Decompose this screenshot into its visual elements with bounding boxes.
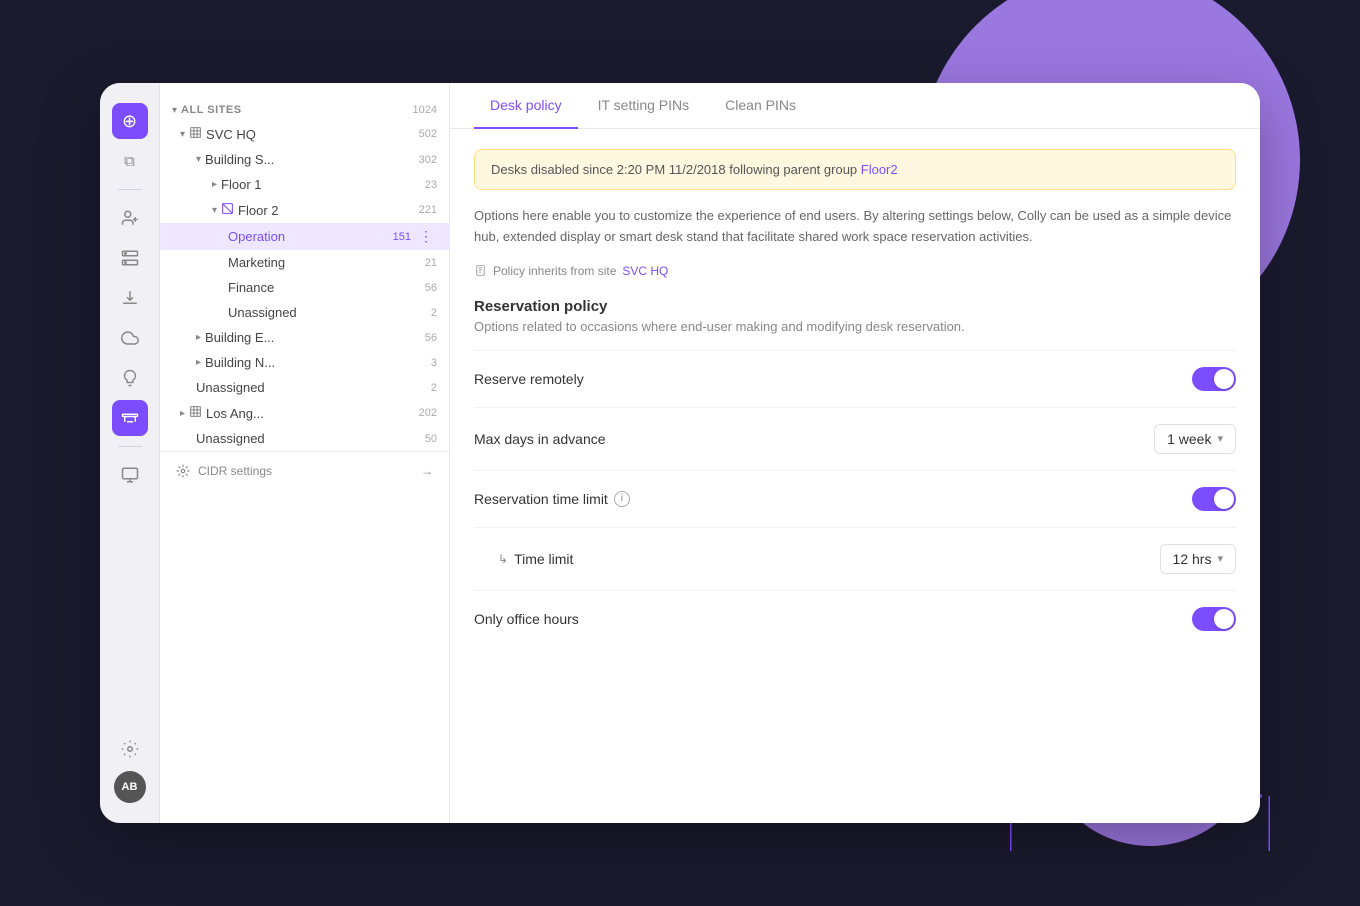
main-content: Desk policy IT setting PINs Clean PINs D…	[450, 83, 1260, 823]
tab-clean-pins[interactable]: Clean PINs	[709, 83, 812, 129]
sidebar-item-unassigned-svchq[interactable]: Unassigned 2	[160, 375, 449, 400]
cidr-settings-footer[interactable]: CIDR settings →	[160, 451, 449, 490]
chevron-down-icon: ▾	[212, 205, 217, 216]
chevron-right-icon: ▸	[196, 357, 201, 368]
sidebar-item-marketing[interactable]: Marketing 21	[160, 250, 449, 275]
nav-divider-2	[118, 446, 142, 447]
download-icon[interactable]	[112, 280, 148, 316]
sidebar-item-floor1[interactable]: ▸ Floor 1 23	[160, 172, 449, 197]
arrow-right-icon: →	[421, 464, 433, 478]
more-options-button[interactable]: ⋮	[415, 228, 437, 245]
reservation-policy-desc: Options related to occasions where end-u…	[474, 319, 1236, 334]
chevron-down-icon: ▾	[196, 154, 201, 165]
policy-row-office-hours: Only office hours	[474, 590, 1236, 647]
sidebar-item-los-angeles[interactable]: ▸ Los Ang... 202	[160, 400, 449, 426]
chevron-down-icon: ▾	[172, 105, 177, 116]
icon-nav: ⊕ ⧉ AB	[100, 83, 160, 823]
building-icon	[189, 126, 202, 142]
policy-row-time-limit-value: ↳ Time limit 12 hrs ▾	[474, 527, 1236, 590]
desk-icon[interactable]	[112, 400, 148, 436]
reserve-remotely-toggle[interactable]	[1192, 367, 1236, 391]
time-limit-dropdown[interactable]: 12 hrs ▾	[1160, 544, 1236, 574]
tab-desk-policy[interactable]: Desk policy	[474, 83, 578, 129]
sidebar-item-floor2[interactable]: ▾ Floor 2 221	[160, 197, 449, 223]
sub-arrow-icon: ↳	[498, 552, 508, 566]
content-body: Desks disabled since 2:20 PM 11/2/2018 f…	[450, 129, 1260, 823]
building-icon	[189, 405, 202, 421]
chevron-down-icon: ▾	[1217, 432, 1223, 445]
policy-row-time-limit: Reservation time limit i	[474, 470, 1236, 527]
policy-row-reserve-remotely: Reserve remotely	[474, 350, 1236, 407]
policy-inherit: Policy inherits from site SVC HQ	[474, 264, 1236, 278]
sidebar-item-operation[interactable]: Operation 151 ⋮	[160, 223, 449, 250]
chevron-down-icon: ▾	[180, 129, 185, 140]
policy-row-max-days: Max days in advance 1 week ▾	[474, 407, 1236, 470]
office-hours-toggle[interactable]	[1192, 607, 1236, 631]
reservation-policy-title: Reservation policy	[474, 298, 1236, 315]
people-icon[interactable]	[112, 200, 148, 236]
sidebar-item-building-e[interactable]: ▸ Building E... 56	[160, 325, 449, 350]
sidebar-item-unassigned-floor2[interactable]: Unassigned 2	[160, 300, 449, 325]
tabs-bar: Desk policy IT setting PINs Clean PINs	[450, 83, 1260, 129]
info-icon[interactable]: i	[614, 491, 630, 507]
user-avatar[interactable]: AB	[114, 771, 146, 803]
alert-banner: Desks disabled since 2:20 PM 11/2/2018 f…	[474, 149, 1236, 190]
tab-it-setting-pins[interactable]: IT setting PINs	[582, 83, 706, 129]
settings-icon[interactable]	[112, 731, 148, 767]
chevron-down-icon: ▾	[1217, 552, 1223, 565]
sidebar-item-building-n[interactable]: ▸ Building N... 3	[160, 350, 449, 375]
layers-icon[interactable]: ⧉	[112, 143, 148, 179]
inherit-icon	[474, 264, 487, 277]
sidebar-item-all-sites[interactable]: ▾ ALL SITES 1024	[160, 99, 449, 121]
nav-divider-1	[118, 189, 142, 190]
max-days-dropdown[interactable]: 1 week ▾	[1154, 424, 1236, 454]
description-text: Options here enable you to customize the…	[474, 206, 1236, 248]
chevron-right-icon: ▸	[212, 179, 217, 190]
sidebar-item-building-s[interactable]: ▾ Building S... 302	[160, 147, 449, 172]
sidebar-item-unassigned-la[interactable]: Unassigned 50	[160, 426, 449, 451]
chevron-right-icon: ▸	[196, 332, 201, 343]
floor-disabled-icon	[221, 202, 234, 218]
cloud-icon[interactable]	[112, 320, 148, 356]
logo-icon[interactable]: ⊕	[112, 103, 148, 139]
cidr-icon	[176, 464, 190, 478]
time-limit-toggle[interactable]	[1192, 487, 1236, 511]
app-window: ⊕ ⧉ AB	[100, 83, 1260, 823]
sidebar-item-finance[interactable]: Finance 56	[160, 275, 449, 300]
bulb-icon[interactable]	[112, 360, 148, 396]
server-icon[interactable]	[112, 240, 148, 276]
chevron-right-icon: ▸	[180, 408, 185, 419]
monitor-icon[interactable]	[112, 457, 148, 493]
sidebar-item-svc-hq[interactable]: ▾ SVC HQ 502	[160, 121, 449, 147]
sidebar: ▾ ALL SITES 1024 ▾ SVC HQ 502 ▾ Building…	[160, 83, 450, 823]
